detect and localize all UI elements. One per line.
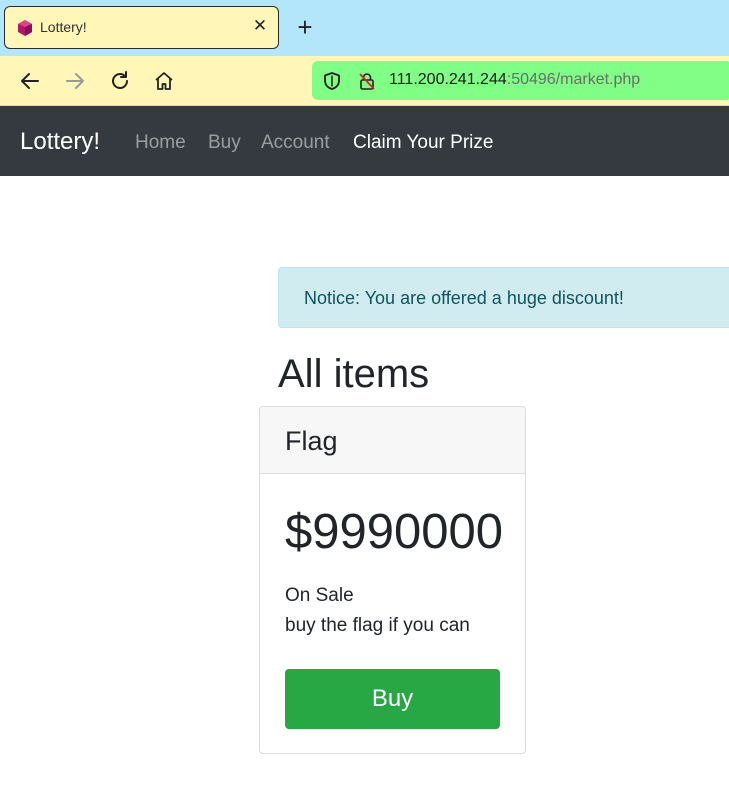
nav-link-account[interactable]: Account (261, 132, 330, 154)
card-title: Flag (285, 426, 338, 456)
item-price: $9990000 (285, 505, 504, 559)
notice-alert: Notice: You are offered a huge discount! (278, 267, 729, 328)
item-sale-status: On Sale (285, 585, 354, 606)
item-card: Flag $9990000 On Sale buy the flag if yo… (259, 406, 526, 754)
close-icon[interactable]: ✕ (250, 16, 270, 36)
url-text: 111.200.241.244:50496/market.php (389, 71, 640, 89)
tab-title: Lottery! (40, 19, 87, 35)
nav-link-buy[interactable]: Buy (208, 132, 241, 154)
address-bar[interactable]: 111.200.241.244:50496/market.php (312, 61, 729, 100)
site-navbar: Lottery! Home Buy Account Claim Your Pri… (0, 106, 729, 176)
url-path: :50496/market.php (506, 71, 641, 88)
polyhedron-favicon-icon (18, 20, 32, 36)
nav-link-home[interactable]: Home (135, 132, 186, 154)
nav-link-claim-your-prize[interactable]: Claim Your Prize (353, 132, 493, 154)
navbar-brand[interactable]: Lottery! (20, 128, 100, 156)
home-icon[interactable] (151, 68, 177, 94)
notice-text: Notice: You are offered a huge discount! (304, 288, 624, 308)
page-title: All items (278, 352, 430, 396)
plus-icon[interactable]: + (292, 14, 318, 40)
card-header: Flag (260, 407, 525, 474)
shield-icon[interactable] (322, 71, 342, 91)
url-host: 111.200.241.244 (389, 71, 507, 88)
buy-button[interactable]: Buy (285, 669, 500, 729)
arrow-left-icon[interactable] (17, 68, 43, 94)
reload-icon[interactable] (107, 68, 133, 94)
arrow-right-icon[interactable] (62, 68, 88, 94)
browser-tab-strip: Lottery! ✕ + (0, 0, 729, 56)
browser-tab[interactable]: Lottery! ✕ (4, 6, 279, 49)
browser-toolbar: 111.200.241.244:50496/market.php (0, 56, 729, 106)
item-description: buy the flag if you can (285, 615, 470, 636)
insecure-lock-icon[interactable] (357, 71, 377, 91)
